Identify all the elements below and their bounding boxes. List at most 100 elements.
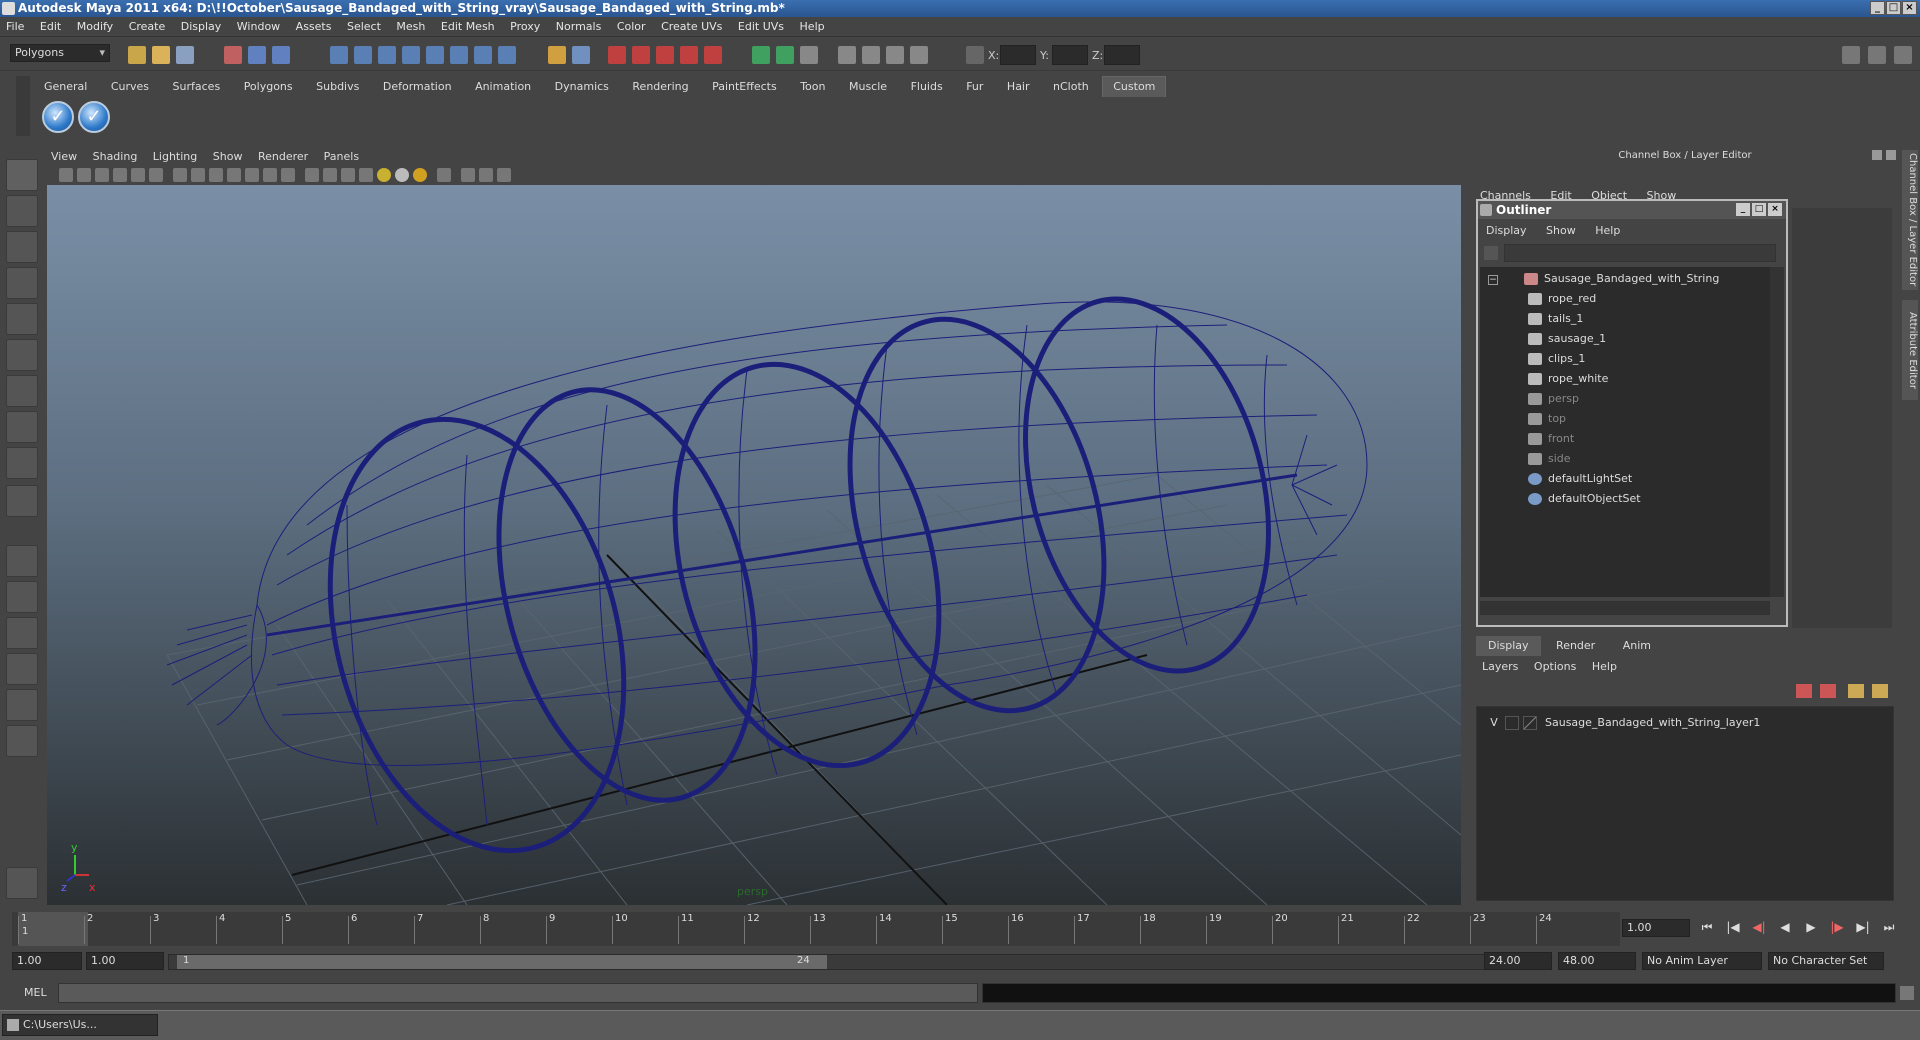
- shelf-tab-dynamics[interactable]: Dynamics: [545, 77, 619, 97]
- snap-plane-icon[interactable]: [402, 46, 420, 64]
- tree-item[interactable]: top: [1528, 409, 1566, 429]
- playback-end-field[interactable]: 24.00: [1484, 952, 1552, 970]
- menu-edit[interactable]: Edit: [34, 17, 67, 37]
- outliner-vertical-scrollbar[interactable]: [1770, 267, 1784, 597]
- texture-icon[interactable]: [245, 168, 259, 182]
- shelf-tab-custom[interactable]: Custom: [1102, 76, 1167, 98]
- default-light-icon[interactable]: [377, 168, 391, 182]
- menu-select[interactable]: Select: [341, 17, 387, 37]
- step-forward-frame-icon[interactable]: |▶: [1828, 918, 1846, 936]
- menu-mesh[interactable]: Mesh: [390, 17, 431, 37]
- shelf-tab-rendering[interactable]: Rendering: [622, 77, 698, 97]
- layer-color-swatch[interactable]: [1523, 716, 1537, 730]
- shade-wire-icon[interactable]: [227, 168, 241, 182]
- shelf-tab-general[interactable]: General: [34, 77, 97, 97]
- tab-render[interactable]: Render: [1544, 636, 1607, 656]
- shelf-tab-hair[interactable]: Hair: [997, 77, 1040, 97]
- outliner-search-input[interactable]: [1504, 244, 1776, 262]
- make-live-icon[interactable]: [426, 46, 444, 64]
- time-slider[interactable]: 1 1 2 3 4 5 6 7 8 9 10 11 12 13 14 15 16…: [12, 912, 1620, 946]
- menu-edit-mesh[interactable]: Edit Mesh: [435, 17, 501, 37]
- hypergraph-icon[interactable]: [910, 46, 928, 64]
- close-button[interactable]: ×: [1902, 1, 1917, 15]
- command-input[interactable]: [58, 983, 978, 1003]
- new-layer-selected-icon[interactable]: [1820, 684, 1836, 698]
- high-quality-icon[interactable]: [395, 168, 409, 182]
- script-layout-icon[interactable]: [6, 725, 38, 757]
- tree-item[interactable]: defaultLightSet: [1528, 469, 1632, 489]
- open-scene-icon[interactable]: [152, 46, 170, 64]
- play-backward-icon[interactable]: ◀: [1776, 918, 1794, 936]
- shelf-tab-surfaces[interactable]: Surfaces: [163, 77, 231, 97]
- anim-layer-select[interactable]: No Anim Layer: [1642, 952, 1762, 970]
- tree-item[interactable]: rope_red: [1528, 289, 1596, 309]
- history-icon[interactable]: [450, 46, 468, 64]
- z-field[interactable]: [1104, 45, 1140, 65]
- outliner-horizontal-scrollbar[interactable]: [1480, 601, 1770, 615]
- select-tool-icon[interactable]: [6, 159, 38, 191]
- select-by-component-icon[interactable]: [272, 46, 290, 64]
- layer-menu-help[interactable]: Help: [1586, 658, 1623, 676]
- hypershade-icon[interactable]: [704, 46, 722, 64]
- y-field[interactable]: [1052, 45, 1088, 65]
- show-manipulator-icon[interactable]: [6, 447, 38, 479]
- hypershade-layout-icon[interactable]: [6, 689, 38, 721]
- checkmark-icon[interactable]: ✓: [78, 101, 110, 133]
- two-sided-lighting-icon[interactable]: [461, 168, 475, 182]
- minimize-button[interactable]: _: [1870, 1, 1885, 15]
- go-to-end-icon[interactable]: ⏭: [1880, 918, 1898, 936]
- menu-display[interactable]: Display: [175, 17, 228, 37]
- script-editor-icon[interactable]: [1900, 986, 1914, 1000]
- shelf-tab-deformation[interactable]: Deformation: [373, 77, 462, 97]
- rotate-tool-icon[interactable]: [6, 303, 38, 335]
- lights-icon[interactable]: [263, 168, 277, 182]
- shelf-tab-polygons[interactable]: Polygons: [234, 77, 303, 97]
- layer-row[interactable]: V Sausage_Bandaged_with_String_layer1: [1477, 713, 1893, 733]
- dope-sheet-icon[interactable]: [862, 46, 880, 64]
- universal-manipulator-icon[interactable]: [6, 375, 38, 407]
- xray-icon[interactable]: [323, 168, 337, 182]
- shelf-tab-curves[interactable]: Curves: [101, 77, 159, 97]
- outliner-toggle-icon[interactable]: [886, 46, 904, 64]
- save-scene-icon[interactable]: [176, 46, 194, 64]
- transform-field-icon[interactable]: [966, 46, 984, 64]
- shadows-icon[interactable]: [281, 168, 295, 182]
- smooth-shade-icon[interactable]: [209, 168, 223, 182]
- input-output-icon[interactable]: [474, 46, 492, 64]
- tree-item[interactable]: clips_1: [1528, 349, 1585, 369]
- shelf-tab-fluids[interactable]: Fluids: [901, 77, 953, 97]
- wireframe-icon[interactable]: [191, 168, 205, 182]
- minimized-window[interactable]: C:\Users\Us...: [2, 1014, 158, 1036]
- animation-end-field[interactable]: 48.00: [1558, 952, 1636, 970]
- go-to-start-icon[interactable]: ⏮: [1698, 918, 1716, 936]
- single-perspective-layout-icon[interactable]: [6, 545, 38, 577]
- attribute-editor-toggle-icon[interactable]: [1842, 46, 1860, 64]
- layer-name[interactable]: Sausage_Bandaged_with_String_layer1: [1545, 713, 1760, 733]
- tab-anim[interactable]: Anim: [1611, 636, 1663, 656]
- filter-icon[interactable]: [1484, 246, 1498, 260]
- layer-menu-options[interactable]: Options: [1528, 658, 1582, 676]
- hud-icon[interactable]: [437, 168, 451, 182]
- outliner-titlebar[interactable]: Outliner _ □ ×: [1478, 201, 1786, 219]
- lock-icon[interactable]: [548, 46, 566, 64]
- backface-icon[interactable]: [359, 168, 373, 182]
- outliner-minimize-button[interactable]: _: [1736, 203, 1750, 216]
- channel-box-panel-icon[interactable]: [1894, 46, 1912, 64]
- graph-editor-icon[interactable]: [838, 46, 856, 64]
- menu-window[interactable]: Window: [231, 17, 286, 37]
- select-camera-icon[interactable]: [59, 168, 73, 182]
- select-by-object-icon[interactable]: [248, 46, 266, 64]
- tree-item[interactable]: defaultObjectSet: [1528, 489, 1641, 509]
- close-panel-icon[interactable]: [1886, 150, 1896, 160]
- shelf-tab-painteffects[interactable]: PaintEffects: [702, 77, 787, 97]
- render-frame-icon[interactable]: [632, 46, 650, 64]
- menu-edit-uvs[interactable]: Edit UVs: [732, 17, 790, 37]
- tree-item[interactable]: tails_1: [1528, 309, 1583, 329]
- all-lights-icon[interactable]: [413, 168, 427, 182]
- float-panel-icon[interactable]: [1872, 150, 1882, 160]
- ipr-render-icon[interactable]: [656, 46, 674, 64]
- vp-menu-show[interactable]: Show: [207, 148, 249, 166]
- vp-menu-renderer[interactable]: Renderer: [252, 148, 314, 166]
- vp-menu-view[interactable]: View: [45, 148, 83, 166]
- menu-create-uvs[interactable]: Create UVs: [655, 17, 728, 37]
